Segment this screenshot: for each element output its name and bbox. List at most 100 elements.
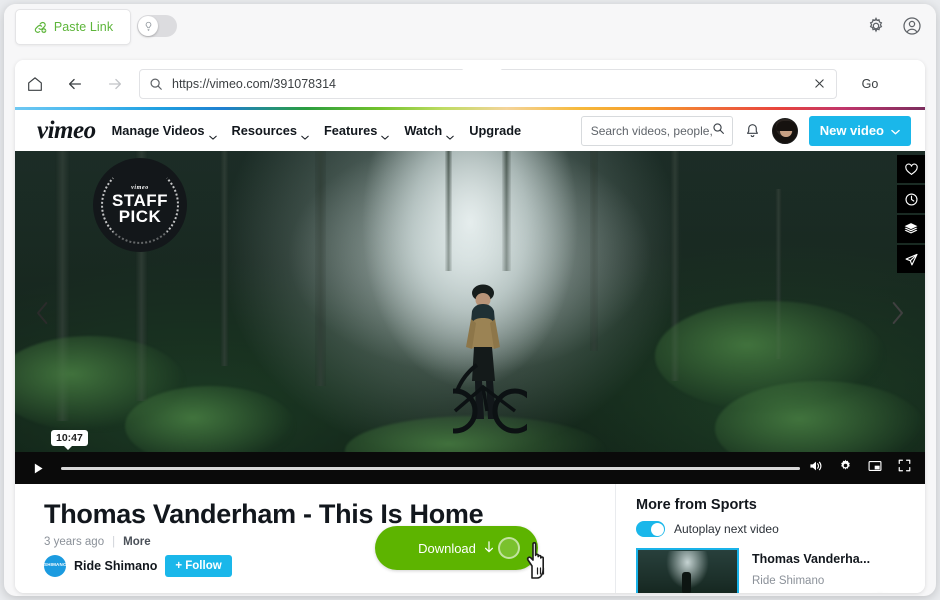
arrow-right-icon bbox=[106, 75, 124, 93]
home-button[interactable] bbox=[15, 75, 55, 93]
tree-trunk bbox=[590, 151, 598, 351]
url-bar[interactable]: https://vimeo.com/391078314 bbox=[139, 68, 837, 99]
vimeo-logo[interactable]: vimeo bbox=[37, 117, 96, 145]
arrow-left-icon bbox=[66, 75, 84, 93]
video-player[interactable]: vimeo STAFF PICK 10:47 bbox=[15, 151, 925, 484]
nav-label: Features bbox=[323, 123, 378, 138]
chevron-down-icon bbox=[891, 123, 900, 138]
tree-trunk bbox=[502, 151, 511, 271]
chevron-right-icon bbox=[892, 302, 903, 324]
download-label: Download bbox=[418, 540, 476, 556]
follow-button[interactable]: + Follow bbox=[165, 555, 232, 577]
mountain-biker-subject bbox=[453, 284, 527, 434]
search-input[interactable] bbox=[590, 123, 712, 138]
nav-watch[interactable]: Watch bbox=[404, 123, 454, 140]
clock-icon bbox=[904, 192, 918, 206]
go-button[interactable]: Go bbox=[849, 70, 891, 98]
back-button[interactable] bbox=[55, 75, 95, 93]
player-right-controls bbox=[800, 458, 925, 479]
previous-video-button[interactable] bbox=[15, 281, 71, 345]
page-title: Thomas Vanderham - This Is Home bbox=[44, 499, 484, 529]
lamp-toggle-switch[interactable] bbox=[137, 15, 177, 37]
gear-icon[interactable] bbox=[866, 16, 886, 36]
progress-scrubber[interactable]: 10:47 bbox=[51, 430, 800, 484]
more-link[interactable]: More bbox=[123, 536, 150, 548]
nav-resources[interactable]: Resources bbox=[231, 123, 309, 140]
autoplay-row: Autoplay next video bbox=[636, 521, 925, 537]
forward-button[interactable] bbox=[95, 75, 135, 93]
uploader-avatar[interactable]: SHIMANO bbox=[44, 555, 66, 577]
nav-label: Resources bbox=[231, 123, 297, 138]
nav-upgrade[interactable]: Upgrade bbox=[469, 123, 521, 138]
recommendation-author: Ride Shimano bbox=[752, 575, 825, 587]
video-details: Thomas Vanderham - This Is Home 3 years … bbox=[15, 484, 615, 593]
chevron-down-icon bbox=[446, 128, 454, 140]
meta-separator: | bbox=[112, 536, 116, 548]
upload-age: 3 years ago bbox=[44, 536, 105, 548]
application-window: Paste Link https://vimeo.com/391078314 G… bbox=[4, 4, 936, 596]
autoplay-toggle[interactable] bbox=[636, 521, 665, 537]
search-icon bbox=[149, 77, 163, 91]
progress-track[interactable] bbox=[61, 466, 800, 470]
url-text: https://vimeo.com/391078314 bbox=[172, 76, 336, 91]
staff-pick-badge: vimeo STAFF PICK bbox=[93, 158, 187, 252]
picture-in-picture-icon[interactable] bbox=[867, 458, 883, 479]
recommendation-thumbnail[interactable] bbox=[636, 548, 739, 593]
user-circle-icon[interactable] bbox=[902, 16, 922, 36]
nav-label: Manage Videos bbox=[111, 123, 205, 138]
like-button[interactable] bbox=[897, 155, 925, 183]
paste-link-button[interactable]: Paste Link bbox=[15, 9, 131, 45]
uploader-name[interactable]: Ride Shimano bbox=[74, 559, 157, 573]
vimeo-header: vimeo Manage Videos Resources Features W… bbox=[15, 110, 925, 151]
browser-pane: https://vimeo.com/391078314 Go vimeo Man… bbox=[15, 60, 925, 593]
link-plus-icon bbox=[33, 20, 48, 35]
player-control-bar: 10:47 bbox=[15, 430, 925, 484]
video-frame: vimeo STAFF PICK bbox=[15, 151, 925, 476]
paste-link-label: Paste Link bbox=[53, 20, 114, 34]
nav-label: Upgrade bbox=[469, 123, 522, 138]
toggle-knob bbox=[138, 16, 158, 36]
thumbnail-bike bbox=[672, 586, 702, 593]
tree-trunk bbox=[220, 151, 229, 366]
vimeo-header-right: New video bbox=[580, 115, 911, 146]
uploader-badge-text: SHIMANO bbox=[44, 562, 66, 567]
sidebar-title: More from Sports bbox=[636, 497, 757, 513]
click-ripple bbox=[498, 537, 520, 559]
tab-handle[interactable] bbox=[460, 60, 504, 71]
new-video-label: New video bbox=[819, 123, 884, 138]
user-avatar[interactable] bbox=[771, 117, 798, 144]
volume-icon[interactable] bbox=[808, 458, 824, 479]
nav-features[interactable]: Features bbox=[323, 123, 390, 140]
next-video-button[interactable] bbox=[869, 281, 925, 345]
chevron-down-icon bbox=[208, 128, 217, 140]
app-toolbar: Paste Link bbox=[4, 4, 936, 50]
watch-later-button[interactable] bbox=[897, 185, 925, 213]
nav-label: Watch bbox=[404, 123, 443, 138]
list-item[interactable]: Thomas Vanderha... Ride Shimano bbox=[636, 548, 925, 593]
search-icon[interactable] bbox=[712, 122, 725, 140]
autoplay-label: Autoplay next video bbox=[674, 522, 779, 536]
nav-manage-videos[interactable]: Manage Videos bbox=[111, 123, 217, 140]
chevron-down-icon bbox=[301, 128, 309, 140]
collections-icon bbox=[904, 223, 918, 234]
video-info-section: Thomas Vanderham - This Is Home 3 years … bbox=[15, 484, 925, 593]
clear-url-button[interactable] bbox=[802, 77, 836, 90]
gear-icon[interactable] bbox=[838, 458, 853, 478]
download-arrow-icon bbox=[483, 540, 495, 557]
vimeo-main-nav: Manage Videos Resources Features Watch U… bbox=[111, 123, 521, 140]
recommendation-title: Thomas Vanderha... bbox=[752, 552, 871, 566]
progress-fill bbox=[61, 466, 800, 470]
site-search[interactable] bbox=[580, 115, 733, 146]
heart-icon bbox=[904, 162, 918, 175]
add-to-collection-button[interactable] bbox=[897, 215, 925, 243]
share-icon bbox=[905, 253, 918, 265]
play-button[interactable] bbox=[15, 452, 61, 484]
share-button[interactable] bbox=[897, 245, 925, 273]
download-button[interactable]: Download bbox=[375, 526, 538, 570]
tree-trunk bbox=[445, 151, 452, 271]
fullscreen-icon[interactable] bbox=[897, 458, 912, 478]
chevron-down-icon bbox=[381, 128, 390, 140]
bell-icon[interactable] bbox=[744, 122, 761, 140]
time-tooltip: 10:47 bbox=[51, 430, 88, 450]
new-video-button[interactable]: New video bbox=[808, 115, 911, 146]
